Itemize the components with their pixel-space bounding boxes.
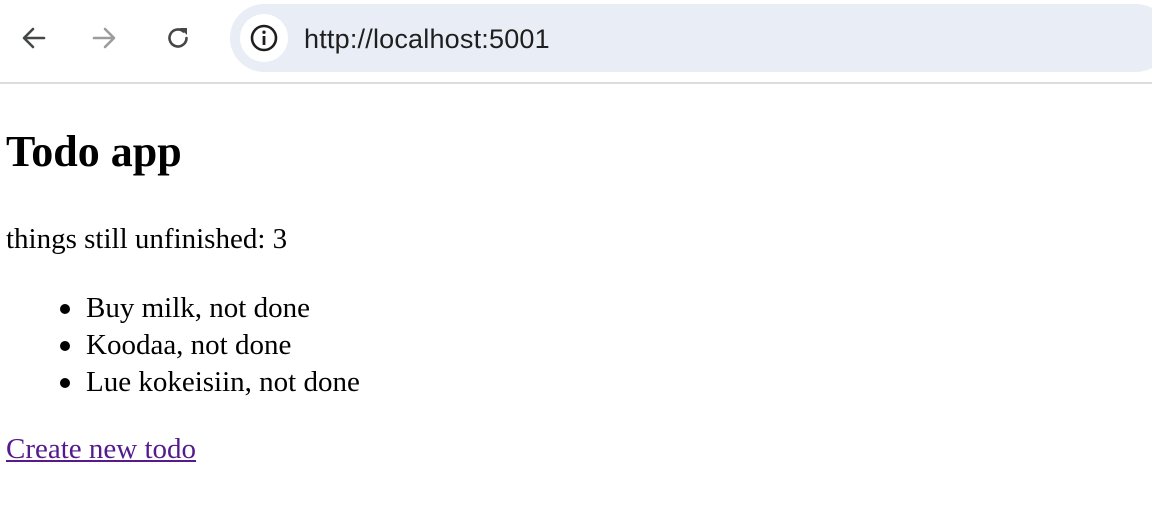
browser-toolbar: http://localhost:5001 — [0, 0, 1152, 84]
bullet-icon — [60, 378, 70, 388]
bullet-icon — [60, 304, 70, 314]
bullet-icon — [60, 341, 70, 351]
address-bar[interactable]: http://localhost:5001 — [230, 4, 1152, 72]
page-content: Todo app things still unfinished: 3 Buy … — [0, 86, 1152, 512]
url-text[interactable]: http://localhost:5001 — [304, 23, 550, 55]
todo-text: Lue kokeisiin, not done — [86, 366, 360, 398]
reload-icon — [168, 28, 188, 48]
list-item: Koodaa, not done — [60, 327, 360, 364]
todo-text: Koodaa, not done — [86, 329, 292, 361]
arrow-left-icon — [22, 27, 46, 49]
list-item: Lue kokeisiin, not done — [60, 364, 360, 401]
unfinished-count: things still unfinished: 3 — [6, 223, 288, 255]
todo-list: Buy milk, not done Koodaa, not done Lue … — [60, 290, 360, 401]
site-info-button[interactable] — [240, 14, 288, 62]
list-item: Buy milk, not done — [60, 290, 360, 327]
arrow-right-icon — [92, 27, 116, 49]
forward-button[interactable] — [84, 18, 124, 58]
page-title: Todo app — [6, 127, 182, 176]
todo-text: Buy milk, not done — [86, 292, 310, 324]
reload-button[interactable] — [158, 18, 198, 58]
info-icon — [250, 24, 278, 52]
create-new-todo-link[interactable]: Create new todo — [6, 432, 196, 466]
back-button[interactable] — [14, 18, 54, 58]
